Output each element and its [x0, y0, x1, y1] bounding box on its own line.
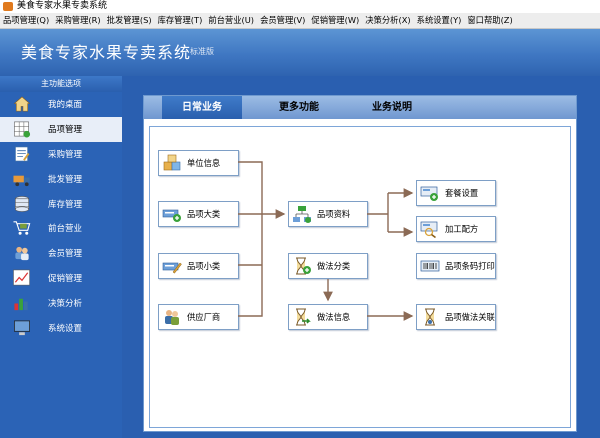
item-method-link-button[interactable]: 品项做法关联: [416, 304, 496, 330]
sidebar-item-6[interactable]: 会员管理: [0, 241, 122, 266]
truck-icon: [13, 175, 30, 186]
category-add-icon: [162, 209, 181, 222]
supplier-label: 供应厂商: [187, 312, 221, 322]
edition-label: 标准版: [190, 47, 214, 56]
sidebar-item-4[interactable]: 库存管理: [0, 191, 122, 216]
sidebar-item-label: 促销管理: [48, 273, 83, 284]
tab-bar: 日常业务 更多功能 业务说明: [144, 96, 576, 119]
method-info-button[interactable]: 做法信息: [288, 304, 368, 330]
app-title: 美食专家水果专卖系统: [21, 43, 192, 62]
title-bar: 美食专家水果专卖系统: [0, 0, 600, 13]
boxes-icon: [163, 154, 181, 171]
sidebar-item-label: 前台营业: [48, 224, 83, 235]
sidebar-item-9[interactable]: 系统设置: [0, 315, 122, 340]
combo-setup-button[interactable]: 套餐设置: [416, 180, 496, 206]
monitor-icon: [14, 320, 30, 335]
method-category-button[interactable]: 做法分类: [288, 253, 368, 279]
sidebar-item-0[interactable]: 我的桌面: [0, 92, 122, 117]
sidebar-item-label: 采购管理: [48, 149, 83, 160]
processing-recipe-label: 加工配方: [445, 224, 479, 234]
supplier-button[interactable]: 供应厂商: [158, 304, 239, 330]
sidebar-item-3[interactable]: 批发管理: [0, 166, 122, 191]
hourglass-add-icon: [296, 257, 311, 275]
category-edit-icon: [162, 262, 182, 274]
chart-icon: [13, 269, 30, 286]
menu-item-8[interactable]: 系统设置(Y): [414, 13, 465, 28]
sidebar-item-label: 批发管理: [48, 174, 83, 185]
menu-bar: 品项管理(Q) 采购管理(R) 批发管理(S) 库存管理(T) 前台营业(U) 会员管理(…: [0, 13, 600, 29]
sidebar: 主功能选项 我的桌面品项管理采购管理批发管理库存管理前台营业会员管理促销管理决策…: [0, 76, 122, 438]
combo-setup-label: 套餐设置: [445, 188, 479, 198]
sidebar-item-5[interactable]: 前台营业: [0, 216, 122, 241]
menu-item-5[interactable]: 会员管理(V): [257, 13, 308, 28]
database-icon: [15, 195, 29, 212]
tab-business-notes[interactable]: 业务说明: [352, 96, 432, 119]
window-title: 美食专家水果专卖系统: [17, 1, 108, 11]
sidebar-item-label: 库存管理: [48, 199, 83, 210]
cart-icon: [13, 221, 31, 236]
home-icon: [13, 96, 31, 112]
sidebar-item-label: 决策分析: [48, 298, 83, 309]
menu-item-3[interactable]: 库存管理(T): [155, 13, 206, 28]
tab-daily-business[interactable]: 日常业务: [162, 96, 242, 119]
app-icon: [3, 2, 13, 11]
category-minor-label: 品项小类: [187, 261, 221, 271]
people-icon: [165, 310, 179, 325]
method-info-label: 做法信息: [317, 312, 351, 322]
menu-item-0[interactable]: 品项管理(Q): [0, 13, 52, 28]
barcode-print-label: 品项条码打印: [445, 261, 495, 271]
method-category-label: 做法分类: [317, 261, 351, 271]
sidebar-item-label: 品项管理: [48, 125, 83, 136]
sidebar-item-label: 我的桌面: [48, 100, 83, 111]
menu-item-7[interactable]: 决策分析(X): [362, 13, 413, 28]
item-data-button[interactable]: 品项资料: [288, 201, 368, 227]
category-major-button[interactable]: 品项大类: [158, 201, 239, 227]
menu-item-4[interactable]: 前台营业(U): [205, 13, 257, 28]
menu-item-6[interactable]: 促销管理(W): [308, 13, 362, 28]
grid-icon: [14, 121, 31, 138]
hourglass-arrow-icon: [296, 308, 311, 326]
menu-item-9[interactable]: 窗口帮助(Z): [464, 13, 515, 28]
header-banner: 美食专家水果专卖系统 标准版: [0, 29, 600, 76]
sidebar-item-2[interactable]: 采购管理: [0, 142, 122, 167]
sidebar-item-7[interactable]: 促销管理: [0, 266, 122, 291]
combo-add-icon: [420, 186, 438, 201]
item-method-link-label: 品项做法关联: [445, 312, 495, 322]
unit-info-label: 单位信息: [187, 158, 221, 168]
sidebar-item-8[interactable]: 决策分析: [0, 290, 122, 315]
barcode-icon: [420, 260, 440, 272]
hourglass-link-icon: [425, 308, 435, 326]
unit-info-button[interactable]: 单位信息: [158, 150, 239, 176]
barcode-print-button[interactable]: 品项条码打印: [416, 253, 496, 279]
tab-more-functions[interactable]: 更多功能: [259, 96, 339, 119]
members-icon: [15, 247, 29, 261]
item-data-icon: [293, 206, 311, 223]
category-minor-button[interactable]: 品项小类: [158, 253, 239, 279]
sidebar-item-1[interactable]: 品项管理: [0, 116, 122, 142]
category-major-label: 品项大类: [187, 209, 221, 219]
sidebar-item-label: 会员管理: [48, 249, 83, 260]
processing-recipe-button[interactable]: 加工配方: [416, 216, 496, 242]
sidebar-header: 主功能选项: [0, 76, 122, 92]
sidebar-item-label: 系统设置: [48, 323, 83, 334]
notepad-icon: [14, 146, 30, 162]
recipe-search-icon: [420, 221, 438, 239]
item-data-label: 品项资料: [317, 209, 351, 219]
menu-item-2[interactable]: 批发管理(S): [104, 13, 155, 28]
bar-chart-icon: [14, 298, 28, 310]
menu-item-1[interactable]: 采购管理(R): [52, 13, 103, 28]
